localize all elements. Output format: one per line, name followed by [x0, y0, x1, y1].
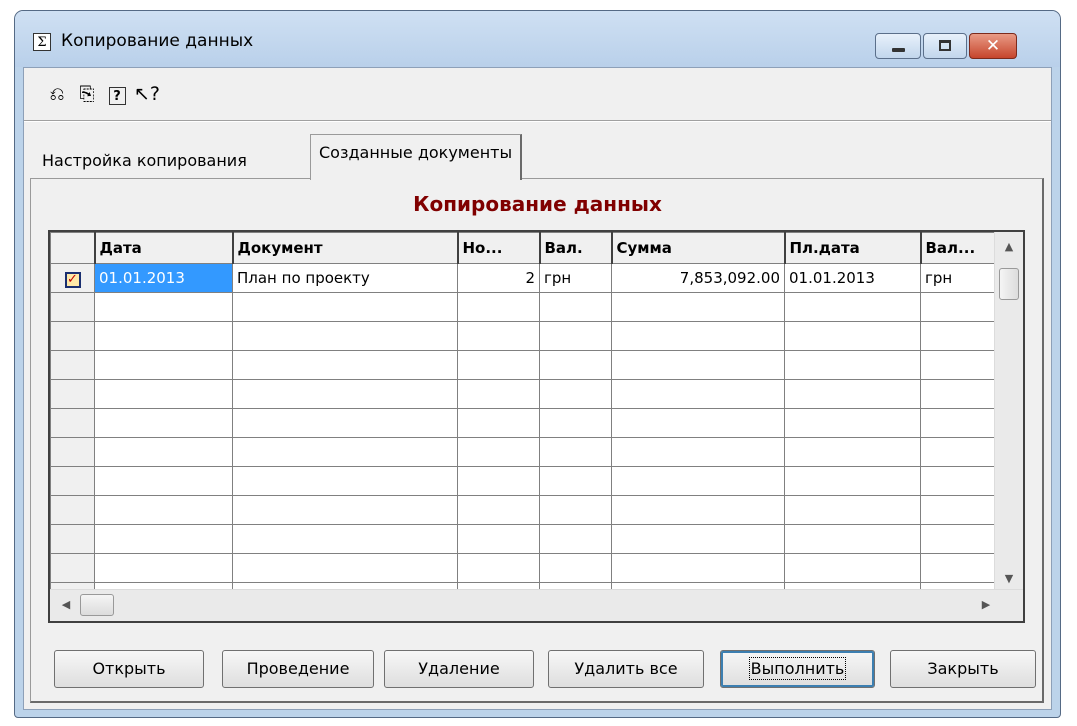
row-indicator[interactable]: ✓ — [50, 263, 95, 293]
table-row[interactable] — [50, 292, 1011, 322]
column-header[interactable]: Но... — [457, 232, 541, 264]
table-cell[interactable]: 01.01.2013 — [784, 263, 921, 293]
post-button[interactable]: Проведение — [222, 650, 374, 688]
table-row[interactable] — [50, 408, 1011, 438]
table-row[interactable] — [50, 350, 1011, 380]
column-header[interactable]: Документ — [232, 232, 459, 264]
indicator-header — [50, 232, 96, 264]
scroll-down-icon[interactable]: ▼ — [999, 572, 1019, 585]
table-row[interactable] — [50, 466, 1011, 496]
open-button[interactable]: Открыть — [54, 650, 204, 688]
table-row[interactable] — [50, 553, 1011, 583]
toolbar: ⎌ ⎘ ? ↖? — [24, 68, 1051, 120]
vertical-scrollbar[interactable]: ▲ ▼ — [994, 232, 1023, 592]
maximize-icon — [939, 40, 951, 51]
help-glyph: ? — [108, 87, 126, 105]
tab-created-documents[interactable]: Созданные документы — [310, 134, 523, 180]
table-row[interactable] — [50, 524, 1011, 554]
minimize-icon — [892, 48, 905, 52]
column-header[interactable]: Дата — [94, 232, 234, 264]
toolbar-separator — [24, 120, 1051, 122]
maximize-button[interactable] — [923, 33, 967, 59]
scroll-left-icon[interactable]: ◀ — [56, 598, 76, 611]
documents-table: Дата Документ Но... Вал. Сумма Пл.дата В… — [50, 232, 1012, 612]
table-cell[interactable]: 01.01.2013 — [94, 263, 233, 293]
documents-grid[interactable]: Дата Документ Но... Вал. Сумма Пл.дата В… — [48, 230, 1025, 623]
horizontal-scrollbar[interactable]: ◀ ▶ — [50, 589, 1023, 621]
context-help-icon[interactable]: ↖? — [134, 81, 160, 107]
table-header-row: Дата Документ Но... Вал. Сумма Пл.дата В… — [50, 232, 1012, 264]
table-row[interactable] — [50, 495, 1011, 525]
checked-checkbox-icon[interactable]: ✓ — [64, 271, 81, 288]
column-header[interactable]: Сумма — [611, 232, 786, 264]
panel-heading: Копирование данных — [413, 192, 662, 216]
close-icon: ✕ — [985, 36, 1001, 56]
scroll-up-icon[interactable]: ▲ — [999, 240, 1019, 253]
copy-forward-icon[interactable]: ⎘ — [74, 81, 100, 107]
table-cell[interactable]: 2 — [457, 263, 540, 293]
table-row[interactable] — [50, 379, 1011, 409]
delete-button[interactable]: Удаление — [384, 650, 534, 688]
delete-all-button[interactable]: Удалить все — [548, 650, 704, 688]
sigma-app-icon: Σ — [33, 33, 51, 51]
window-client-area: ⎌ ⎘ ? ↖? Настройка копирования Созданные… — [23, 67, 1052, 710]
dialog-window: Σ Копирование данных ✕ ⎌ ⎘ ? ↖? Настройк… — [14, 10, 1061, 718]
table-cell[interactable]: 7,853,092.00 — [611, 263, 785, 293]
title-bar: Σ Копирование данных ✕ — [15, 11, 1060, 67]
minimize-button[interactable] — [875, 33, 921, 59]
window-title: Копирование данных — [61, 31, 254, 51]
column-header[interactable]: Вал. — [539, 232, 613, 264]
scroll-right-icon[interactable]: ▶ — [976, 598, 996, 611]
table-cell[interactable]: План по проекту — [232, 263, 458, 293]
vertical-scroll-thumb[interactable] — [999, 268, 1019, 300]
close-button[interactable]: Закрыть — [890, 650, 1036, 688]
column-header[interactable]: Пл.дата — [784, 232, 922, 264]
table-row[interactable] — [50, 321, 1011, 351]
tab-copy-settings[interactable]: Настройка копирования — [34, 144, 255, 178]
horizontal-scroll-thumb[interactable] — [80, 594, 114, 616]
table-row[interactable]: ✓ 01.01.2013 План по проекту 2 грн 7,853… — [50, 263, 1011, 293]
help-icon[interactable]: ? — [104, 81, 130, 107]
run-button[interactable]: Выполнить — [720, 650, 875, 688]
run-button-label: Выполнить — [748, 657, 847, 680]
copy-back-icon[interactable]: ⎌ — [44, 81, 70, 107]
close-window-button[interactable]: ✕ — [969, 33, 1017, 59]
table-cell[interactable]: грн — [539, 263, 612, 293]
table-row[interactable] — [50, 437, 1011, 467]
